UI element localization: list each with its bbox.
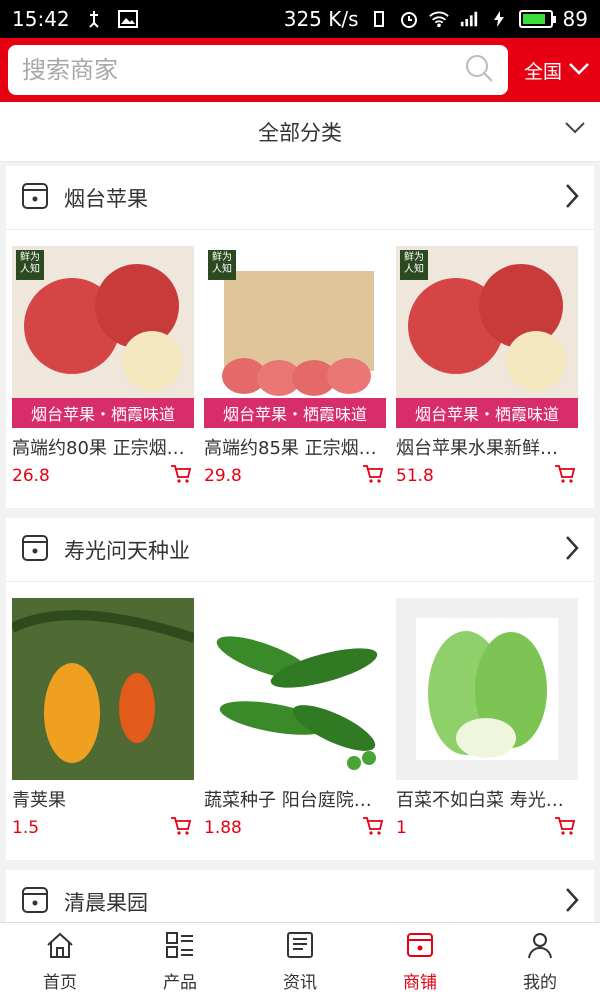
search-icon[interactable] — [464, 53, 494, 87]
bottom-tab-bar: 首页 产品 资讯 商铺 我的 — [0, 922, 600, 1000]
store-icon — [20, 181, 50, 215]
user-icon — [525, 931, 555, 964]
product-image[interactable] — [12, 598, 194, 780]
category-filter[interactable]: 全部分类 — [0, 102, 600, 162]
cart-icon[interactable] — [170, 464, 192, 488]
brand-logo: 鲜为 人知 — [400, 250, 428, 280]
battery-level: 89 — [562, 7, 588, 31]
product-banner: 烟台苹果・栖霞味道 — [396, 398, 578, 428]
product-name: 青荚果 — [12, 790, 66, 811]
usb-icon — [84, 9, 104, 29]
store-icon — [20, 533, 50, 567]
list-icon — [165, 931, 195, 964]
product-price: 26.8 — [12, 466, 50, 486]
shop-card: 清晨果园 — [6, 870, 594, 922]
charging-icon — [489, 9, 509, 29]
product-image[interactable]: 鲜为 人知 烟台苹果・栖霞味道 — [396, 246, 578, 428]
status-bar: 15:42 325 K/s 89 — [0, 0, 600, 38]
cart-icon[interactable] — [170, 816, 192, 840]
chevron-down-icon — [568, 59, 590, 81]
tab-home[interactable]: 首页 — [0, 923, 120, 1000]
product-banner: 烟台苹果・栖霞味道 — [204, 398, 386, 428]
search-input[interactable] — [22, 56, 464, 84]
tab-label: 我的 — [523, 972, 557, 993]
product-card[interactable]: 青荚果 1.5 — [12, 598, 204, 840]
cart-icon[interactable] — [554, 816, 576, 840]
product-card[interactable]: 蔬菜种子 阳台庭院… 1.88 — [204, 598, 396, 840]
product-card[interactable]: 百菜不如白菜 寿光… 1 — [396, 598, 588, 840]
product-card[interactable]: 鲜为 人知 烟台苹果・栖霞味道 烟台苹果水果新鲜… 51.8 — [396, 246, 588, 488]
product-name: 高端约80果 正宗烟… — [12, 438, 185, 459]
brand-logo: 鲜为 人知 — [208, 250, 236, 280]
shop-name: 清晨果园 — [64, 890, 148, 915]
region-label: 全国 — [524, 60, 563, 83]
product-name: 蔬菜种子 阳台庭院… — [204, 790, 372, 811]
vibrate-icon — [369, 9, 389, 29]
tab-profile[interactable]: 我的 — [480, 923, 600, 1000]
cart-icon[interactable] — [362, 464, 384, 488]
product-name: 高端约85果 正宗烟… — [204, 438, 377, 459]
product-name: 烟台苹果水果新鲜… — [396, 438, 558, 459]
product-image[interactable] — [204, 598, 386, 780]
shop-name: 烟台苹果 — [64, 186, 148, 211]
shop-name: 寿光问天种业 — [64, 538, 190, 563]
chevron-right-icon[interactable] — [564, 886, 580, 918]
cart-icon[interactable] — [554, 464, 576, 488]
product-card[interactable]: 鲜为 人知 烟台苹果・栖霞味道 高端约85果 正宗烟… 29.8 — [204, 246, 396, 488]
product-image[interactable]: 鲜为 人知 烟台苹果・栖霞味道 — [12, 246, 194, 428]
clock: 15:42 — [12, 7, 70, 31]
store-icon — [20, 885, 50, 919]
wifi-icon — [428, 9, 449, 29]
shop-header[interactable]: 清晨果园 — [6, 870, 594, 922]
tab-label: 商铺 — [403, 972, 437, 993]
image-icon — [117, 9, 138, 29]
product-price: 29.8 — [204, 466, 242, 486]
shop-icon — [405, 931, 435, 964]
chevron-down-icon — [564, 120, 586, 139]
brand-logo: 鲜为 人知 — [16, 250, 44, 280]
tab-label: 首页 — [43, 972, 77, 993]
tab-label: 产品 — [163, 972, 197, 993]
news-icon — [285, 931, 315, 964]
tab-products[interactable]: 产品 — [120, 923, 240, 1000]
network-speed: 325 K/s — [283, 7, 359, 31]
product-price: 51.8 — [396, 466, 434, 486]
product-name: 百菜不如白菜 寿光… — [396, 790, 564, 811]
product-image[interactable] — [396, 598, 578, 780]
shop-header[interactable]: 寿光问天种业 — [6, 518, 594, 582]
product-image[interactable]: 鲜为 人知 烟台苹果・栖霞味道 — [204, 246, 386, 428]
signal-4g-icon — [459, 9, 479, 29]
tab-label: 资讯 — [283, 972, 317, 993]
tab-news[interactable]: 资讯 — [240, 923, 360, 1000]
home-icon — [45, 931, 75, 964]
shop-card: 寿光问天种业 青荚果 1.5 蔬菜种子 阳台庭院… 1.88 百菜不如白菜 寿光… — [6, 518, 594, 860]
category-label: 全部分类 — [258, 120, 342, 145]
product-price: 1.88 — [204, 818, 242, 838]
shop-header[interactable]: 烟台苹果 — [6, 166, 594, 230]
battery-icon — [518, 10, 556, 28]
tab-shops[interactable]: 商铺 — [360, 923, 480, 1000]
chevron-right-icon[interactable] — [564, 534, 580, 566]
product-price: 1.5 — [12, 818, 40, 838]
alarm-icon — [399, 9, 419, 29]
region-selector[interactable]: 全国 — [524, 57, 590, 84]
shop-card: 烟台苹果 鲜为 人知 烟台苹果・栖霞味道 高端约80果 正宗烟… 26.8 鲜为… — [6, 166, 594, 508]
product-price: 1 — [396, 818, 407, 838]
chevron-right-icon[interactable] — [564, 182, 580, 214]
cart-icon[interactable] — [362, 816, 384, 840]
search-box[interactable] — [8, 45, 508, 95]
header: 全国 — [0, 38, 600, 102]
product-banner: 烟台苹果・栖霞味道 — [12, 398, 194, 428]
product-card[interactable]: 鲜为 人知 烟台苹果・栖霞味道 高端约80果 正宗烟… 26.8 — [12, 246, 204, 488]
